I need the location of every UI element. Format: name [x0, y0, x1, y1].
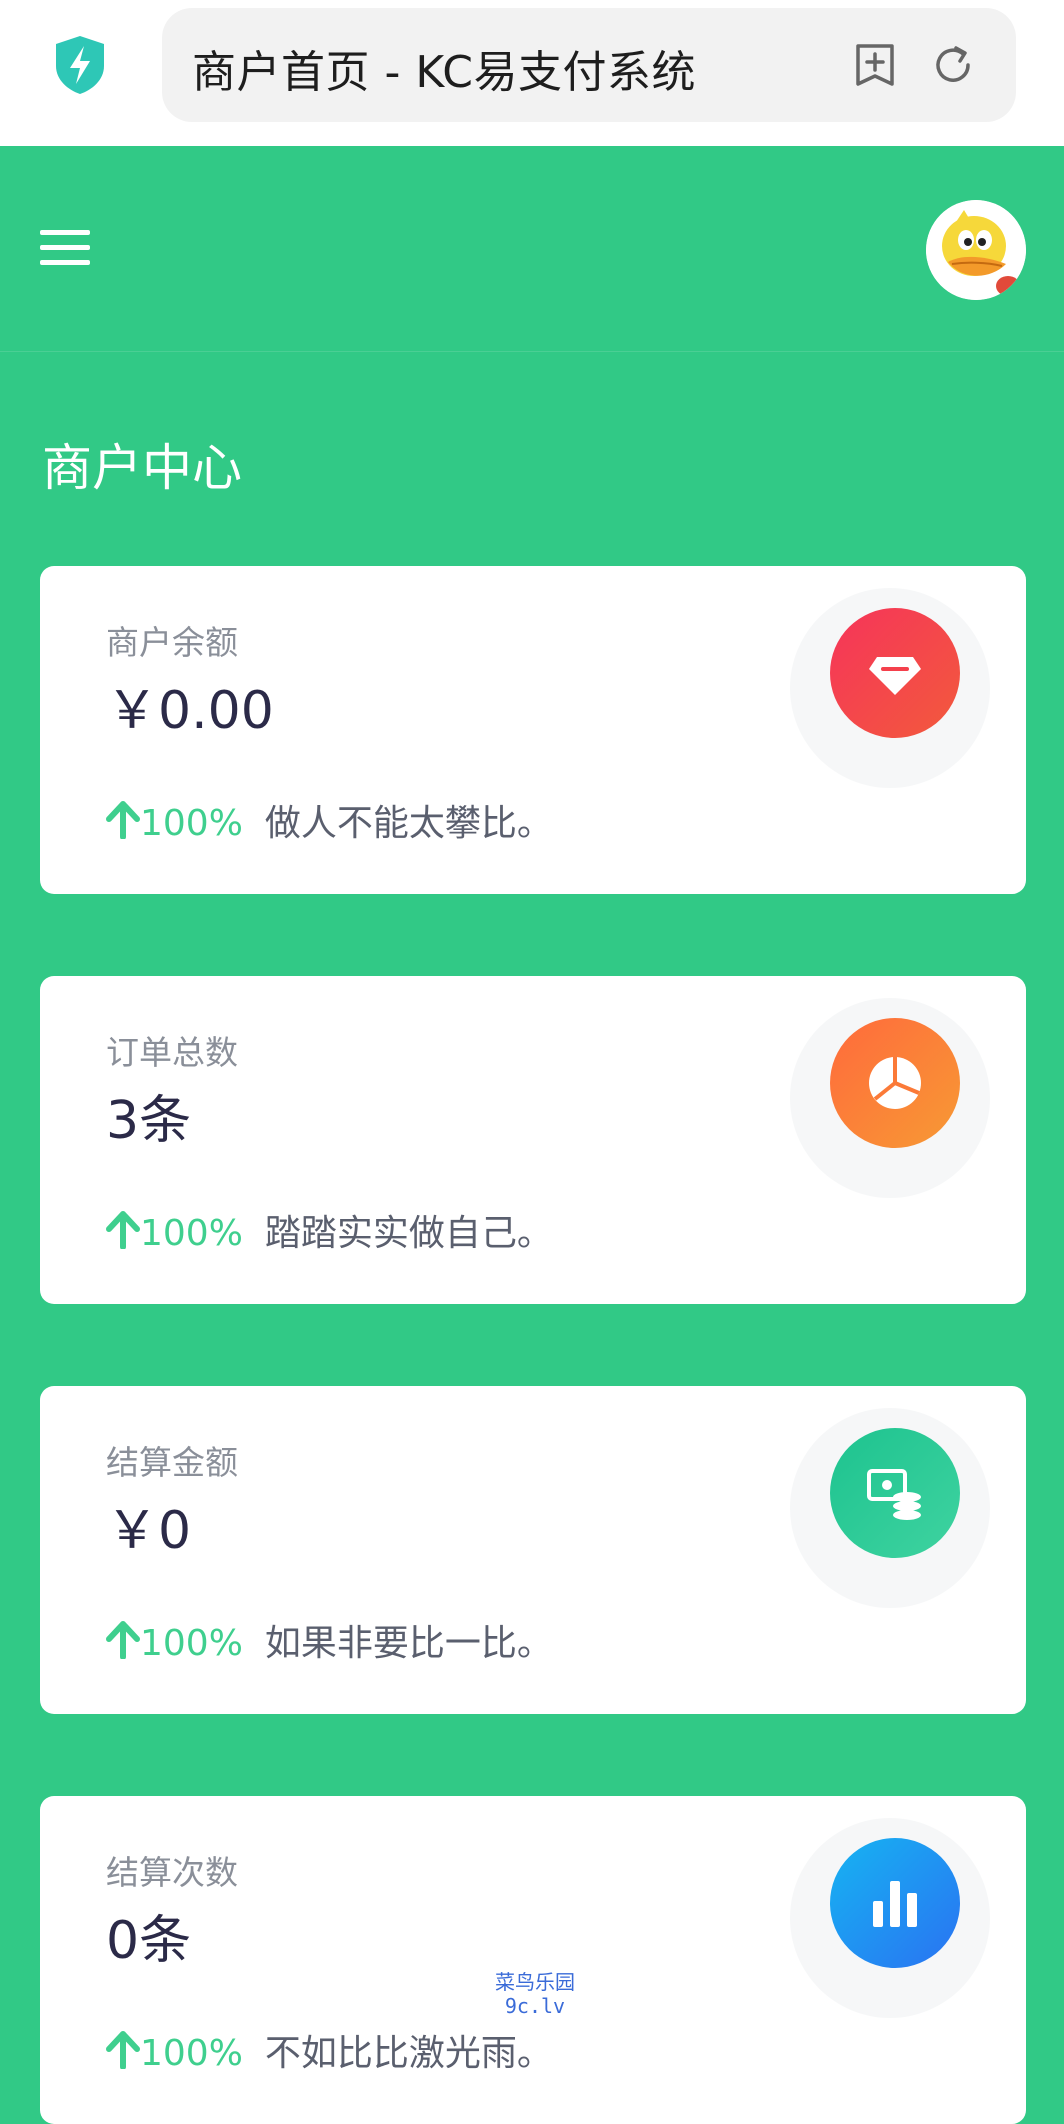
card-note: 踏踏实实做自己。 [264, 1213, 553, 1254]
user-avatar[interactable] [926, 200, 1026, 300]
stat-card-orders: 订单总数 3条 100% 踏踏实实做自己。 [40, 976, 1026, 1304]
arrow-up-icon [106, 2031, 140, 2069]
diamond-icon [830, 608, 960, 738]
card-label: 订单总数 [106, 1033, 238, 1072]
card-value: 0条 [106, 1911, 192, 1971]
hamburger-menu-icon[interactable] [40, 230, 90, 270]
app-header [0, 146, 1064, 352]
add-bookmark-icon[interactable] [852, 42, 898, 88]
menu-line [40, 245, 90, 250]
reload-icon[interactable] [930, 42, 976, 88]
menu-line [40, 230, 90, 235]
money-coins-icon [830, 1428, 960, 1558]
section-title: 商户中心 [42, 439, 242, 497]
shield-bolt-icon [56, 36, 104, 94]
card-footer: 100% 如果非要比一比。 [106, 1614, 553, 1666]
duck-avatar-image [926, 200, 1026, 300]
watermark-line-2: 9c.lv [504, 1994, 566, 2018]
stat-card-settlement-amount: 结算金额 ￥0 100% 如果非要比一比。 [40, 1386, 1026, 1714]
card-label: 商户余额 [106, 623, 238, 662]
bar-chart-icon [830, 1838, 960, 1968]
trend-percent: 100% [140, 1623, 243, 1664]
watermark-line-1: 菜鸟乐园 [495, 1970, 575, 1994]
arrow-up-icon [106, 1621, 140, 1659]
card-note: 做人不能太攀比。 [264, 803, 553, 844]
card-label: 结算次数 [106, 1853, 238, 1892]
card-note: 不如比比激光雨。 [264, 2033, 553, 2074]
stat-card-balance: 商户余额 ￥0.00 100% 做人不能太攀比。 [40, 566, 1026, 894]
card-value: 3条 [106, 1091, 192, 1151]
card-label: 结算金额 [106, 1443, 238, 1482]
card-note: 如果非要比一比。 [264, 1623, 553, 1664]
browser-bar: 商户首页 - KC易支付系统 [0, 0, 1064, 146]
card-value: ￥0.00 [106, 681, 274, 741]
menu-line [40, 260, 90, 265]
pie-chart-icon [830, 1018, 960, 1148]
card-value: ￥0 [106, 1501, 192, 1561]
card-footer: 100% 踏踏实实做自己。 [106, 1204, 553, 1256]
arrow-up-icon [106, 801, 140, 839]
address-bar[interactable]: 商户首页 - KC易支付系统 [162, 8, 1016, 122]
watermark: 菜鸟乐园 9c.lv [470, 1970, 600, 2018]
trend-percent: 100% [140, 2033, 243, 2074]
trend-percent: 100% [140, 1213, 243, 1254]
stat-card-settlement-count: 结算次数 0条 100% 不如比比激光雨。 [40, 1796, 1026, 2124]
card-footer: 100% 做人不能太攀比。 [106, 794, 553, 846]
trend-percent: 100% [140, 803, 243, 844]
card-footer: 100% 不如比比激光雨。 [106, 2024, 553, 2076]
page-title: 商户首页 - KC易支付系统 [192, 47, 697, 98]
arrow-up-icon [106, 1211, 140, 1249]
